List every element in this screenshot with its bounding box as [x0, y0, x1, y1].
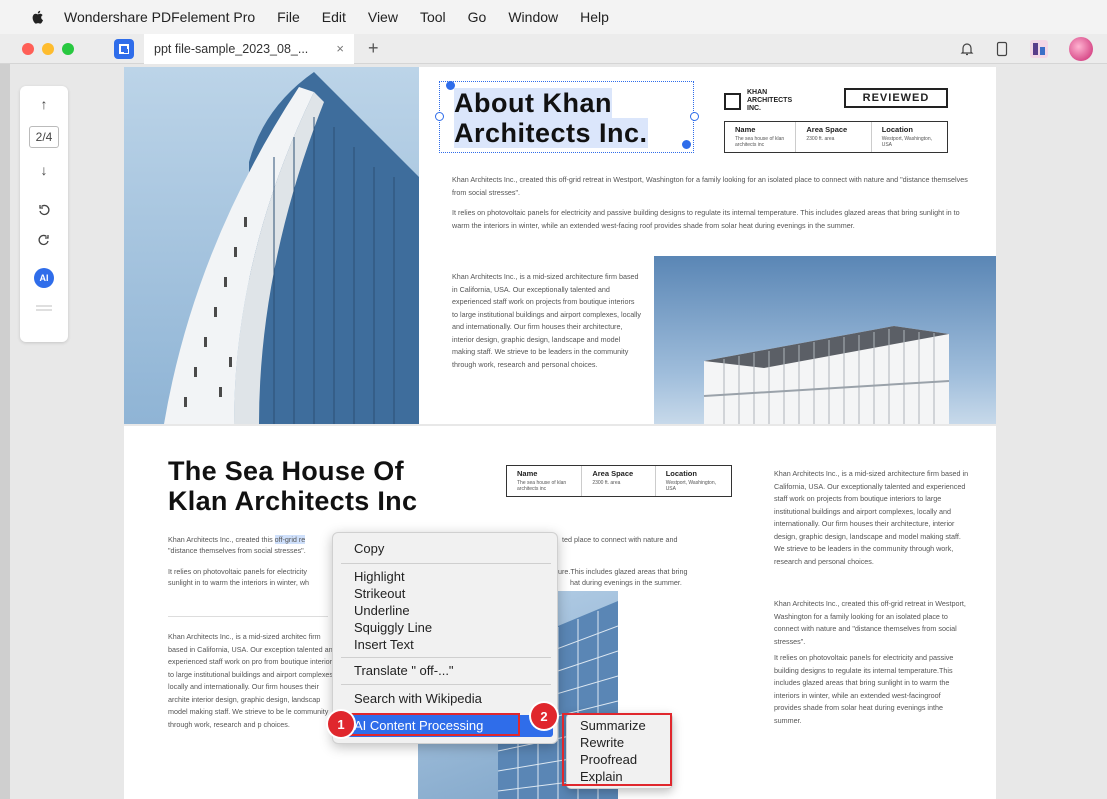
apple-icon[interactable]: [30, 9, 46, 25]
device-icon[interactable]: [995, 41, 1009, 57]
menu-item-copy[interactable]: Copy: [354, 541, 384, 556]
pdfelement-logo-icon: [119, 43, 129, 54]
info-value-area: 2300 ft. area: [806, 136, 835, 142]
page1-title-line1: About Khan: [454, 88, 612, 118]
photo-app-icon[interactable]: [1029, 39, 1049, 59]
page2-title: The Sea House Of Klan Architects Inc: [168, 456, 417, 516]
tab-bar: ppt file-sample_2023_08_... × +: [0, 33, 1107, 64]
info-value-name: The sea house of klan architects inc: [735, 136, 785, 148]
para1-text-a: Khan Architects Inc., created this: [168, 535, 275, 544]
menu-item-translate[interactable]: Translate " off-...": [354, 663, 454, 678]
drag-handle-icon[interactable]: [35, 304, 53, 312]
rotate-right-icon[interactable]: [36, 232, 52, 248]
menu-item-underline[interactable]: Underline: [354, 603, 410, 618]
khan-logo-text: KHAN ARCHITECTS INC.: [747, 89, 793, 112]
resize-handle-right[interactable]: [690, 112, 699, 121]
step-badge-2: 2: [531, 703, 557, 729]
page1-paragraph-3: Khan Architects Inc., is a mid-sized arc…: [452, 272, 641, 369]
info2-header-location: Location: [665, 469, 697, 478]
close-window-button[interactable]: [22, 42, 34, 55]
info-header-area: Area Space: [806, 125, 848, 134]
menu-go[interactable]: Go: [468, 9, 487, 25]
zoom-window-button[interactable]: [62, 42, 74, 55]
tab-title: ppt file-sample_2023_08_...: [154, 41, 309, 56]
page1-info-table: Name The sea house of klan architects inc…: [724, 121, 948, 153]
page2-title-line1: The Sea House Of: [168, 456, 404, 486]
resize-handle-left[interactable]: [435, 112, 444, 121]
khan-logo: KHAN ARCHITECTS INC.: [724, 89, 807, 113]
pdfelement-app-icon: [114, 38, 134, 59]
menu-item-squiggly-line[interactable]: Squiggly Line: [354, 620, 432, 635]
page1-paragraph-1: Khan Architects Inc., created this off-g…: [452, 175, 968, 197]
skyscraper-image: [164, 72, 419, 424]
menu-edit[interactable]: Edit: [322, 9, 346, 25]
page2-paragraph-3: Khan Architects Inc., is a mid-sized arc…: [168, 632, 337, 729]
annotation-box-ai-processing: [341, 713, 520, 736]
khan-logo-icon: [724, 92, 741, 110]
prev-page-icon[interactable]: ↑: [41, 96, 48, 112]
annotation-box-submenu: [562, 713, 672, 786]
menu-item-highlight[interactable]: Highlight: [354, 569, 405, 584]
building-photo-left: [124, 67, 419, 424]
menu-app-name[interactable]: Wondershare PDFelement Pro: [64, 9, 255, 25]
menu-separator: [341, 684, 551, 685]
menu-tool[interactable]: Tool: [420, 9, 446, 25]
page2-right-paragraph-2: Khan Architects Inc., created this off-g…: [774, 599, 966, 646]
ai-assistant-icon[interactable]: AI: [34, 268, 54, 288]
pdf-page-2: The Sea House Of Klan Architects Inc Nam…: [124, 426, 996, 799]
pdf-page-1: About Khan Architects Inc. KHAN ARCHITEC…: [124, 67, 996, 424]
info2-value-name: The sea house of klan architects inc: [517, 480, 567, 492]
info-header-name: Name: [735, 125, 756, 134]
menu-item-insert-text[interactable]: Insert Text: [354, 637, 414, 652]
building-photo-right: [654, 256, 996, 424]
page1-title-line2: Architects Inc.: [454, 118, 648, 148]
info-value-location: Westport, Washington, USA: [881, 136, 933, 148]
toolbar-right: [959, 37, 1093, 61]
resize-handle-bottom[interactable]: [682, 140, 691, 149]
menu-item-strikeout[interactable]: Strikeout: [354, 586, 405, 601]
page1-title[interactable]: About Khan Architects Inc.: [454, 88, 648, 148]
menu-item-search-wikipedia[interactable]: Search with Wikipedia: [354, 691, 482, 706]
selected-text[interactable]: off-grid re: [274, 535, 306, 544]
info2-header-area: Area Space: [592, 469, 634, 478]
page2-paragraph-2-b: sunlight in to warm the interiors in win…: [168, 578, 310, 587]
minimize-window-button[interactable]: [42, 42, 54, 55]
page2-paragraph-2-d: hat during evenings in the summer.: [570, 578, 682, 587]
page2-right-paragraph-1: Khan Architects Inc., is a mid-sized arc…: [774, 469, 969, 566]
menu-file[interactable]: File: [277, 9, 300, 25]
menu-bar: Wondershare PDFelement Pro File Edit Vie…: [0, 0, 1107, 34]
page2-info-table: Name The sea house of klan architects inc…: [506, 465, 732, 497]
info2-value-location: Westport, Washington, USA: [665, 480, 716, 492]
page-nav-toolbar: ↑ 2/4 ↓ AI: [20, 86, 68, 342]
rotate-left-icon[interactable]: [36, 202, 52, 218]
page-indicator[interactable]: 2/4: [29, 126, 59, 148]
next-page-icon[interactable]: ↓: [41, 162, 48, 178]
tab-document[interactable]: ppt file-sample_2023_08_... ×: [144, 33, 354, 64]
menu-view[interactable]: View: [368, 9, 398, 25]
page2-paragraph-1-line2: "distance themselves from social stresse…: [168, 546, 306, 555]
page2-right-paragraph-3: It relies on photovoltaic panels for ele…: [774, 653, 954, 725]
info2-value-area: 2300 ft. area: [592, 480, 621, 486]
page1-paragraph-2: It relies on photovoltaic panels for ele…: [452, 208, 960, 230]
window-controls: [22, 42, 74, 55]
step-badge-1: 1: [328, 711, 354, 737]
building-image: [703, 326, 950, 424]
info-header-location: Location: [881, 125, 913, 134]
menu-window[interactable]: Window: [508, 9, 558, 25]
tab-close-icon[interactable]: ×: [336, 41, 344, 56]
section-divider: [168, 616, 328, 617]
menu-help[interactable]: Help: [580, 9, 609, 25]
page2-title-line2: Klan Architects Inc: [168, 486, 418, 516]
new-tab-button[interactable]: +: [368, 38, 379, 59]
user-avatar[interactable]: [1069, 37, 1093, 61]
reviewed-stamp: REVIEWED: [844, 88, 948, 108]
bell-icon[interactable]: [959, 41, 975, 57]
page2-paragraph-1-tail: ted place to connect with nature and: [562, 535, 678, 544]
menu-separator: [341, 657, 551, 658]
info2-header-name: Name: [517, 469, 538, 478]
menu-separator: [341, 563, 551, 564]
